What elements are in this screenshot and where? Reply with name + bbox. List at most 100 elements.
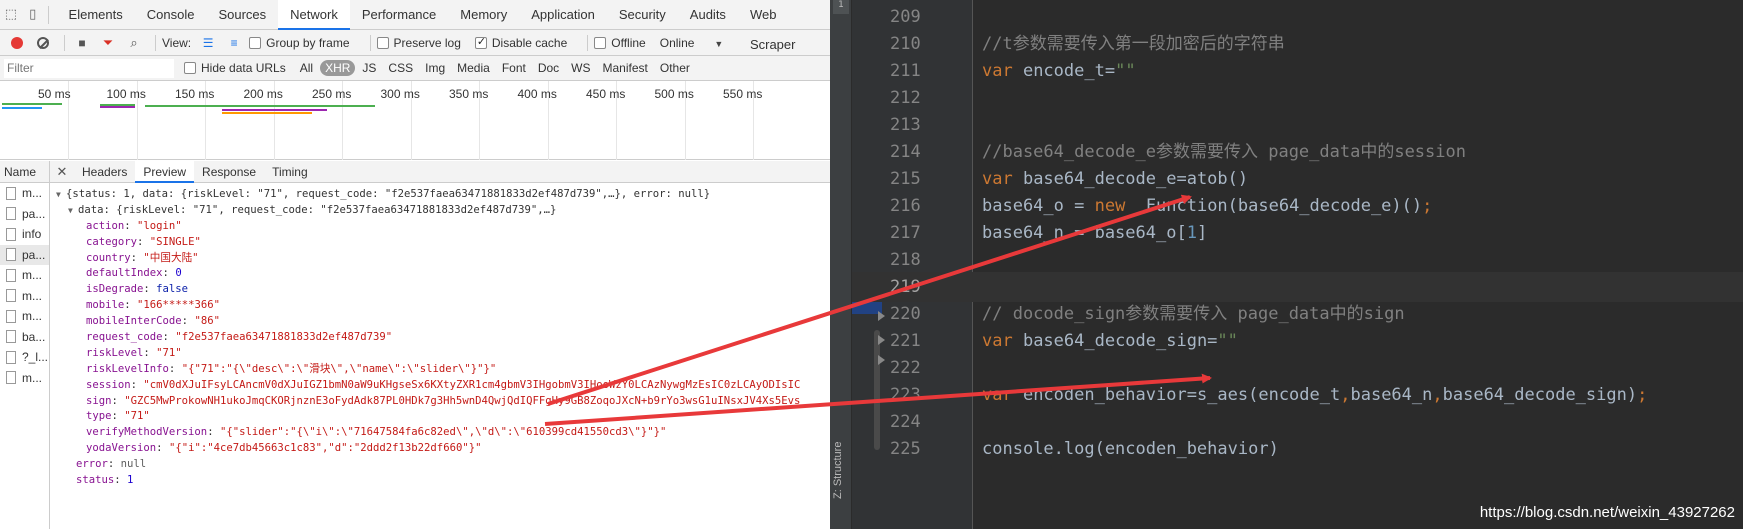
code-line[interactable]: 211 var encode_t="" <box>852 56 1743 86</box>
code-line[interactable]: 217 base64_n = base64_o[1] <box>852 218 1743 248</box>
request-name: ba... <box>22 329 46 344</box>
code-line[interactable]: 210 //t参数需要传入第一段加密后的字符串 <box>852 29 1743 59</box>
request-row[interactable]: pa... <box>0 204 49 225</box>
line-number: 215 <box>890 169 921 189</box>
timeline-tick-label: 550 ms <box>723 87 763 101</box>
code-line[interactable]: 220 // docode_sign参数需要传入 page_data中的sign <box>852 299 1743 329</box>
tab-elements[interactable]: Elements <box>57 0 135 30</box>
tab-performance[interactable]: Performance <box>350 0 448 30</box>
tab-web-scraper[interactable]: Web Scraper <box>738 0 830 52</box>
preserve-log-option[interactable]: Preserve log <box>376 36 461 50</box>
request-row[interactable]: ?_l... <box>0 347 49 368</box>
hide-data-urls-option[interactable]: Hide data URLs <box>184 61 286 75</box>
code-line[interactable]: 212 <box>852 83 1743 113</box>
tab-application[interactable]: Application <box>519 0 607 30</box>
disable-cache-option[interactable]: Disable cache <box>474 35 567 50</box>
code-text: var encoden_behavior=s_aes(encode_t,base… <box>982 385 1648 405</box>
expand-triangle-icon[interactable]: ▼ <box>56 187 66 203</box>
detail-tab-response[interactable]: Response <box>194 161 264 183</box>
throttle-value: Online <box>659 35 695 50</box>
offline-checkbox[interactable] <box>594 36 607 49</box>
code-line[interactable]: 213 <box>852 110 1743 140</box>
filter-type-js[interactable]: JS <box>357 60 381 76</box>
detail-tab-timing[interactable]: Timing <box>264 161 316 183</box>
preserve-log-checkbox[interactable] <box>376 36 389 49</box>
code-line[interactable]: 224 <box>852 407 1743 437</box>
tab-audits[interactable]: Audits <box>678 0 738 30</box>
request-name: ?_l... <box>22 350 49 365</box>
search-button[interactable]: ⌕ <box>123 32 145 54</box>
request-name: m... <box>22 309 42 324</box>
request-row[interactable]: pa... <box>0 244 49 265</box>
tab-network[interactable]: Network <box>278 0 350 30</box>
filter-type-manifest[interactable]: Manifest <box>598 60 653 76</box>
inspect-element-icon[interactable]: ⬚ <box>0 0 22 30</box>
screenshot-button[interactable]: ■ <box>71 32 93 54</box>
code-line[interactable]: 222 <box>852 353 1743 383</box>
filter-type-other[interactable]: Other <box>655 60 695 76</box>
code-line[interactable]: 225 console.log(encoden_behavior) <box>852 434 1743 464</box>
code-line[interactable]: 215 var base64_decode_e=atob() <box>852 164 1743 194</box>
code-line[interactable]: 214 //base64_decode_e参数需要传入 page_data中的se… <box>852 137 1743 167</box>
throttle-select[interactable]: Online ▼ <box>660 36 724 50</box>
code-line[interactable]: 216 base64_o = new Function(base64_decode… <box>852 191 1743 221</box>
filter-type-font[interactable]: Font <box>497 60 531 76</box>
code-text: var base64_decode_e=atob() <box>982 169 1249 189</box>
tab-security[interactable]: Security <box>607 0 678 30</box>
timeline-tick-label: 200 ms <box>243 87 283 101</box>
code-text: //t参数需要传入第一段加密后的字符串 <box>982 34 1285 54</box>
expand-triangle-icon[interactable]: ▼ <box>68 203 78 219</box>
detail-tab-headers[interactable]: Headers <box>74 161 135 183</box>
detail-tab-preview[interactable]: Preview <box>135 160 195 183</box>
group-by-frame-label: Group by frame <box>266 35 350 50</box>
tab-memory[interactable]: Memory <box>448 0 519 30</box>
device-toolbar-icon[interactable]: ▯ <box>22 0 44 30</box>
large-rows-button[interactable]: ☰ <box>197 32 219 54</box>
line-number: 223 <box>890 385 921 405</box>
line-number: 214 <box>890 142 921 162</box>
tab-sources[interactable]: Sources <box>206 0 278 30</box>
filter-type-ws[interactable]: WS <box>566 60 595 76</box>
preview-line: mobileInterCode: "86" <box>50 314 830 330</box>
filter-type-img[interactable]: Img <box>420 60 450 76</box>
hide-data-urls-label: Hide data URLs <box>201 61 286 75</box>
request-row[interactable]: info <box>0 224 49 245</box>
name-column-header[interactable]: Name <box>0 161 49 183</box>
code-editor[interactable]: 209 210 //t参数需要传入第一段加密后的字符串 211 var encode_t… <box>852 0 1743 529</box>
network-overview-timeline[interactable]: 50 ms 100 ms 150 ms 200 ms 250 ms 300 ms 350 m… <box>0 81 830 160</box>
filter-type-doc[interactable]: Doc <box>533 60 564 76</box>
group-by-frame-option[interactable]: Group by frame <box>249 35 350 50</box>
overview-button[interactable]: ≡ <box>223 32 245 54</box>
structure-tool-tab[interactable]: Z: Structure <box>832 420 850 520</box>
code-line[interactable]: 219 <box>852 272 1743 302</box>
filter-type-all[interactable]: All <box>295 60 318 76</box>
code-line[interactable]: 209 <box>852 2 1743 32</box>
hide-data-urls-checkbox[interactable] <box>184 62 196 74</box>
offline-option[interactable]: Offline <box>594 36 646 50</box>
request-row[interactable]: m... <box>0 286 49 307</box>
filter-type-css[interactable]: CSS <box>383 60 418 76</box>
filter-toggle-button[interactable]: ⏷ <box>97 32 119 54</box>
chevron-down-icon: ▼ <box>714 38 724 49</box>
clear-button[interactable] <box>32 32 54 54</box>
record-button[interactable] <box>6 32 28 54</box>
filter-input[interactable] <box>4 58 174 78</box>
code-text: var encode_t="" <box>982 61 1136 81</box>
request-row[interactable]: m... <box>0 306 49 327</box>
filter-type-xhr[interactable]: XHR <box>320 60 356 76</box>
group-by-frame-checkbox[interactable] <box>249 36 262 49</box>
filter-bar: Hide data URLs AllXHRJSCSSImgMediaFontDo… <box>0 56 830 81</box>
code-line[interactable]: 218 <box>852 245 1743 275</box>
request-row[interactable]: ba... <box>0 327 49 348</box>
request-row[interactable]: m... <box>0 183 49 204</box>
field-value: "166*****366" <box>137 299 220 312</box>
filter-type-media[interactable]: Media <box>452 60 495 76</box>
tab-console[interactable]: Console <box>135 0 207 30</box>
close-icon[interactable]: ✕ <box>50 164 74 180</box>
code-line[interactable]: 221 var base64_decode_sign="" <box>852 326 1743 356</box>
disable-cache-checkbox[interactable] <box>474 35 487 49</box>
request-row[interactable]: m... <box>0 265 49 286</box>
project-tool-tab[interactable]: 1 <box>833 0 849 14</box>
request-row[interactable]: m... <box>0 368 49 389</box>
code-line[interactable]: 223 var encoden_behavior=s_aes(encode_t,b… <box>852 380 1743 410</box>
